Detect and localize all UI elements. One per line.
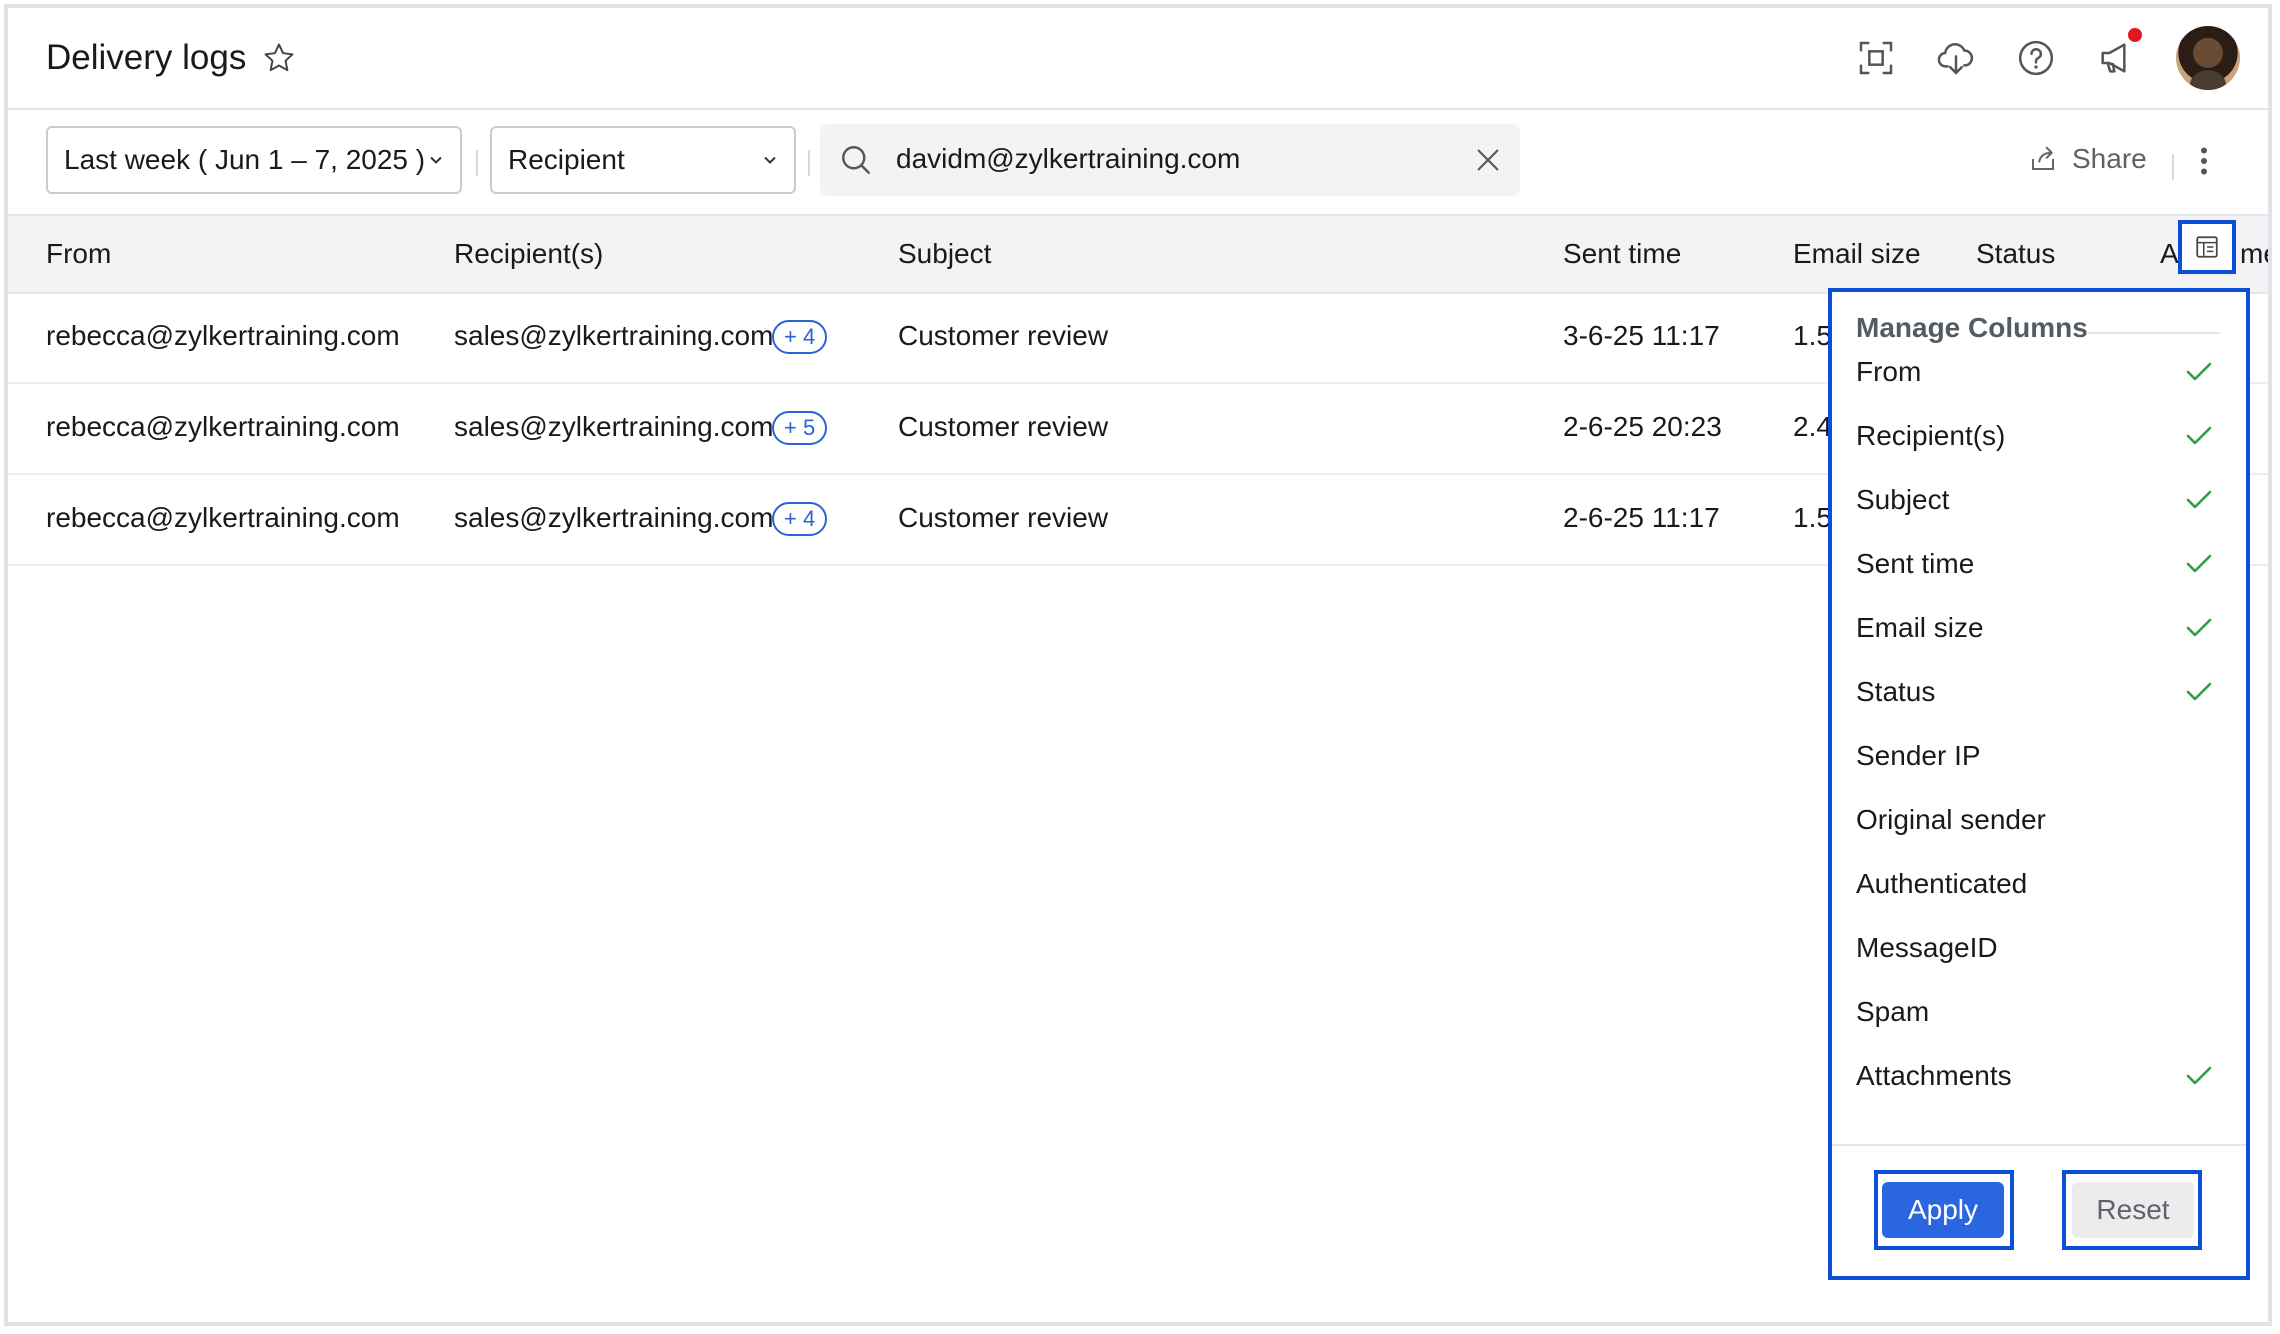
columns-icon: [2196, 236, 2218, 258]
notification-dot: [2128, 28, 2142, 42]
column-option[interactable]: Subject: [1856, 484, 1949, 516]
cell-email-size: 1.5: [1793, 320, 1832, 351]
announcement-icon[interactable]: [2096, 38, 2136, 78]
search-input[interactable]: davidm@zylkertraining.com: [896, 143, 1240, 175]
panel-title: Manage Columns: [1856, 312, 2088, 343]
more-options-icon[interactable]: [2198, 146, 2210, 176]
column-option[interactable]: Spam: [1856, 996, 1929, 1028]
share-icon: [2032, 146, 2054, 170]
page-header: Delivery logs: [8, 8, 2268, 110]
cell-email-size: 2.4: [1793, 411, 1832, 442]
column-header-recipients[interactable]: Recipient(s): [454, 238, 603, 270]
date-range-label: Last week ( Jun 1 – 7, 2025 ): [64, 144, 426, 175]
cell-subject: Customer review: [898, 320, 1109, 351]
checkmark-icon: [2186, 682, 2212, 701]
cell-sent-time: 3-6-25 11:17: [1563, 320, 1720, 351]
column-option[interactable]: From: [1856, 356, 1921, 388]
checkmark-icon: [2186, 1066, 2212, 1085]
cell-from: rebecca@zylkertraining.com: [46, 502, 400, 533]
divider: [476, 150, 478, 176]
cell-recipient: sales@zylkertraining.com: [454, 502, 774, 533]
chevron-down-icon: [764, 156, 776, 164]
column-header-partial-a[interactable]: A: [2160, 238, 2179, 270]
cell-sent-time: 2-6-25 20:23: [1563, 411, 1722, 442]
column-header-from[interactable]: From: [46, 238, 111, 270]
reset-button-highlight: Reset: [2062, 1170, 2202, 1250]
page-title: Delivery logs: [46, 38, 247, 77]
app-window: Delivery logs Last week ( Jun 1 – 7, 202…: [4, 4, 2272, 1326]
fullscreen-icon[interactable]: [1856, 38, 1896, 78]
reset-button[interactable]: Reset: [2072, 1182, 2194, 1238]
cell-subject: Customer review: [898, 411, 1109, 442]
column-header-email-size[interactable]: Email size: [1793, 238, 1921, 270]
column-header-sent-time[interactable]: Sent time: [1563, 238, 1681, 270]
more-recipients-badge[interactable]: + 5: [772, 411, 828, 445]
column-option[interactable]: Status: [1856, 676, 1935, 708]
column-option[interactable]: Email size: [1856, 612, 1984, 644]
cell-from: rebecca@zylkertraining.com: [46, 411, 400, 442]
cell-from: rebecca@zylkertraining.com: [46, 320, 400, 351]
filter-type-label: Recipient: [508, 144, 625, 175]
column-option[interactable]: Authenticated: [1856, 868, 2027, 900]
close-icon[interactable]: [1474, 146, 1502, 174]
column-option[interactable]: Attachments: [1856, 1060, 2012, 1092]
apply-button[interactable]: Apply: [1882, 1182, 2004, 1238]
checkmark-icon: [2186, 554, 2212, 573]
search-icon: [842, 146, 870, 174]
column-header-partial-me[interactable]: me: [2240, 238, 2268, 270]
checkmark-icon: [2186, 426, 2212, 445]
star-icon[interactable]: [262, 41, 296, 75]
column-option[interactable]: MessageID: [1856, 932, 1998, 964]
manage-columns-panel: Manage Columns From Recipient(s) Subject Se…: [1828, 288, 2250, 1280]
cell-recipient: sales@zylkertraining.com: [454, 320, 774, 351]
cell-subject: Customer review: [898, 502, 1109, 533]
cell-email-size: 1.5: [1793, 502, 1832, 533]
divider: [2172, 154, 2174, 180]
cloud-download-icon[interactable]: [1936, 38, 1976, 78]
filter-type-select[interactable]: Recipient: [490, 126, 796, 194]
column-header-subject[interactable]: Subject: [898, 238, 991, 270]
share-label: Share: [2072, 143, 2147, 174]
checkmark-icon: [2186, 618, 2212, 637]
column-option[interactable]: Original sender: [1856, 804, 2046, 836]
avatar[interactable]: [2176, 26, 2240, 90]
column-option[interactable]: Sent time: [1856, 548, 1974, 580]
table-header: From Recipient(s) Subject Sent time Emai…: [8, 214, 2268, 294]
cell-sent-time: 2-6-25 11:17: [1563, 502, 1720, 533]
apply-button-highlight: Apply: [1874, 1170, 2014, 1250]
cell-recipient: sales@zylkertraining.com: [454, 411, 774, 442]
checkmark-icon: [2186, 362, 2212, 381]
divider: [1832, 1144, 2246, 1146]
more-recipients-badge[interactable]: + 4: [772, 502, 828, 536]
search-box[interactable]: davidm@zylkertraining.com: [820, 124, 1520, 196]
filter-toolbar: Last week ( Jun 1 – 7, 2025 ) Recipient …: [8, 110, 2268, 214]
date-range-select[interactable]: Last week ( Jun 1 – 7, 2025 ): [46, 126, 462, 194]
more-recipients-badge[interactable]: + 4: [772, 320, 828, 354]
column-header-status[interactable]: Status: [1976, 238, 2055, 270]
manage-columns-button[interactable]: [2178, 220, 2236, 274]
chevron-down-icon: [430, 156, 442, 164]
column-option[interactable]: Recipient(s): [1856, 420, 2005, 452]
divider: [808, 150, 810, 176]
column-option[interactable]: Sender IP: [1856, 740, 1981, 772]
help-icon[interactable]: [2016, 38, 2056, 78]
divider: [2088, 332, 2220, 334]
checkmark-icon: [2186, 490, 2212, 509]
